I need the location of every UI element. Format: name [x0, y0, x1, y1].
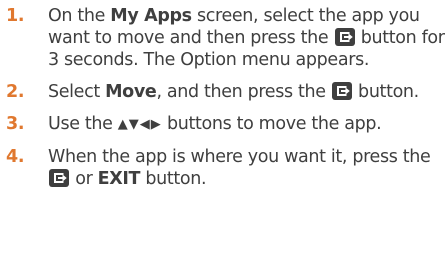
step-text: buttons to move the app.	[161, 114, 382, 134]
step-1: 1. On the My Apps screen, select the app…	[0, 5, 445, 71]
step-text: When the app is where you want it, press…	[48, 147, 431, 167]
step-text: On the	[48, 6, 111, 26]
step-3: 3. Use the ▲▼◀▶ buttons to move the app.	[0, 113, 445, 136]
step-text: , and then press the	[156, 82, 331, 102]
step-text: or	[70, 169, 98, 189]
enter-button-icon	[331, 82, 352, 100]
step-number: 1.	[6, 6, 25, 26]
instruction-steps: 1. On the My Apps screen, select the app…	[0, 0, 445, 189]
step-text: button.	[140, 169, 207, 189]
step-4: 4. When the app is where you want it, pr…	[0, 146, 445, 190]
step-number: 3.	[6, 114, 25, 134]
move-option-bold: Move	[105, 82, 157, 102]
enter-button-icon	[49, 169, 69, 187]
app-name-bold: My Apps	[110, 6, 192, 26]
step-number: 4.	[6, 147, 25, 167]
step-2: 2. Select Move, and then press the butto…	[0, 81, 445, 103]
step-text: button.	[352, 82, 419, 102]
exit-button-label-bold: EXIT	[97, 169, 141, 189]
enter-button-icon	[334, 28, 355, 46]
direction-arrows-icon: ▲▼◀▶	[117, 117, 162, 132]
step-text: Select	[48, 82, 106, 102]
step-text: Use the	[48, 114, 118, 134]
step-number: 2.	[6, 82, 25, 102]
